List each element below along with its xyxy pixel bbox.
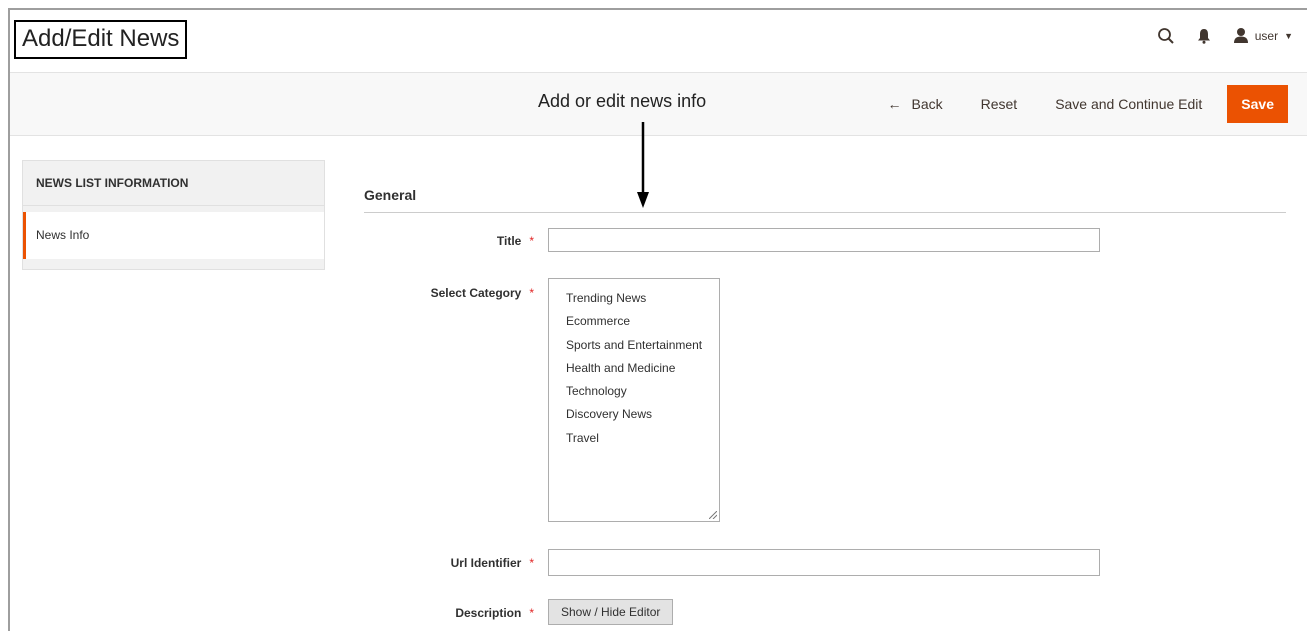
field-title: Title * bbox=[364, 228, 1114, 254]
page-title: Add/Edit News bbox=[14, 20, 188, 59]
required-marker: * bbox=[529, 556, 534, 570]
admin-page: Add/Edit News user ▼ Add or edit news in… bbox=[8, 8, 1307, 631]
description-label-text: Description bbox=[455, 606, 522, 620]
save-button[interactable]: Save bbox=[1227, 85, 1288, 123]
search-icon[interactable] bbox=[1157, 27, 1175, 45]
category-option[interactable]: Discovery News bbox=[566, 403, 719, 426]
category-option[interactable]: Trending News bbox=[566, 287, 719, 310]
user-name: user bbox=[1254, 29, 1279, 43]
required-marker: * bbox=[529, 606, 534, 620]
fieldset-title-general: General bbox=[364, 187, 417, 203]
user-icon bbox=[1233, 27, 1249, 46]
sidebar-tabs: NEWS LIST INFORMATION News Info bbox=[22, 160, 325, 270]
url-identifier-input[interactable] bbox=[548, 549, 1100, 576]
field-description: Description * Show / Hide Editor bbox=[364, 599, 1114, 625]
category-label: Select Category * bbox=[431, 286, 534, 300]
show-hide-editor-button[interactable]: Show / Hide Editor bbox=[548, 599, 674, 625]
category-multiselect[interactable]: Trending News Ecommerce Sports and Enter… bbox=[548, 278, 720, 522]
field-category: Select Category * Trending News Ecommerce… bbox=[364, 278, 1114, 522]
category-option[interactable]: Travel bbox=[566, 427, 719, 450]
bell-icon[interactable] bbox=[1197, 28, 1211, 44]
header-actions: user ▼ bbox=[1157, 24, 1293, 48]
url-identifier-label-text: Url Identifier bbox=[450, 556, 522, 570]
description-label: Description * bbox=[455, 606, 534, 620]
title-input[interactable] bbox=[548, 228, 1100, 252]
back-button-label: Back bbox=[911, 96, 943, 112]
category-label-text: Select Category bbox=[430, 286, 522, 300]
resize-grip-icon[interactable] bbox=[709, 511, 717, 519]
reset-button[interactable]: Reset bbox=[962, 85, 1037, 123]
field-url-identifier: Url Identifier * bbox=[364, 549, 1114, 576]
caret-down-icon: ▼ bbox=[1284, 31, 1293, 41]
sidebar-title: NEWS LIST INFORMATION bbox=[23, 161, 324, 206]
title-label-text: Title bbox=[496, 234, 522, 248]
category-option[interactable]: Health and Medicine bbox=[566, 357, 719, 380]
arrow-left-icon: ← bbox=[887, 96, 902, 112]
required-marker: * bbox=[529, 286, 534, 300]
required-marker: * bbox=[529, 234, 534, 248]
toolbar-actions: ← Back Reset Save and Continue Edit Save bbox=[868, 85, 1288, 123]
sidebar-item-news-info[interactable]: News Info bbox=[23, 212, 324, 259]
save-and-continue-button[interactable]: Save and Continue Edit bbox=[1036, 85, 1221, 123]
category-option[interactable]: Sports and Entertainment bbox=[566, 334, 719, 357]
user-menu[interactable]: user ▼ bbox=[1233, 27, 1293, 46]
category-option[interactable]: Ecommerce bbox=[566, 310, 719, 333]
annotation-label: Add or edit news info bbox=[538, 91, 707, 111]
title-label: Title * bbox=[497, 234, 534, 248]
url-identifier-label: Url Identifier * bbox=[451, 556, 534, 570]
back-button[interactable]: ← Back bbox=[868, 85, 961, 123]
page-actions-toolbar: Add or edit news info ← Back Reset Save … bbox=[10, 72, 1307, 136]
fieldset-divider bbox=[364, 212, 1286, 213]
category-option[interactable]: Technology bbox=[566, 380, 719, 403]
annotation-arrow-icon bbox=[637, 122, 649, 208]
